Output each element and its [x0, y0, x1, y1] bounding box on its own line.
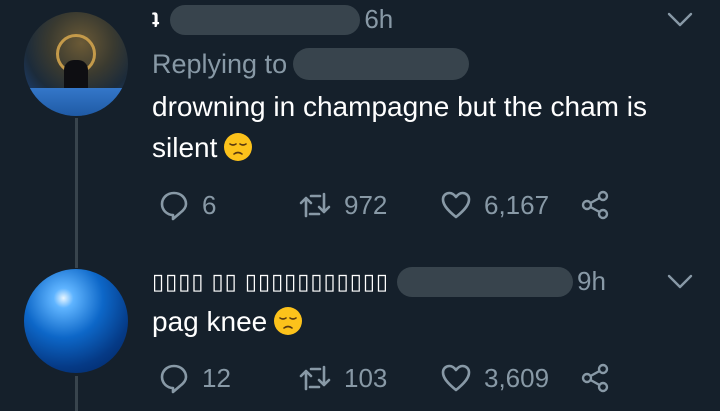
tweet-actions: 6 972 6,167	[158, 189, 610, 221]
retweet-icon	[299, 192, 331, 218]
retweet-icon	[299, 365, 331, 391]
reply-count: 6	[202, 189, 217, 220]
replying-to-label: Replying to	[152, 48, 288, 79]
reply-icon	[160, 364, 188, 394]
tweet-time[interactable]: 9h	[577, 266, 606, 297]
reply-button[interactable]: 12	[158, 362, 298, 394]
reply-count: 12	[202, 362, 231, 393]
replying-to: Replying to	[152, 48, 470, 80]
tweet-text: drowning in champagne but the cham is si…	[152, 86, 712, 168]
chevron-down-icon[interactable]	[667, 274, 693, 290]
share-button[interactable]	[580, 363, 610, 393]
author-name[interactable]: ▯▯▯▯ ▯▯ ▯▯▯▯▯▯▯▯▯▯▯	[152, 269, 389, 295]
chevron-down-icon[interactable]	[667, 12, 693, 28]
pensive-face-emoji-icon	[274, 307, 303, 335]
tweet-text: pag knee	[152, 301, 692, 342]
tweet-actions: 12 103 3,609	[158, 362, 610, 394]
like-count: 6,167	[484, 189, 550, 220]
reply-button[interactable]: 6	[158, 189, 298, 221]
redacted-handle	[170, 4, 361, 35]
tweet-header: ʇ 6h	[152, 4, 393, 35]
like-button[interactable]: 6,167	[440, 190, 580, 221]
avatar-floor-shape	[24, 88, 128, 116]
tweet-time[interactable]: 6h	[364, 4, 393, 35]
thread-line	[75, 376, 78, 411]
tweet-text-content: pag knee	[152, 306, 268, 337]
like-icon	[441, 191, 471, 219]
redacted-handle	[397, 266, 574, 297]
tweet-header: ▯▯▯▯ ▯▯ ▯▯▯▯▯▯▯▯▯▯▯ 9h	[152, 266, 606, 297]
retweet-count: 972	[344, 189, 388, 220]
author-name[interactable]: ʇ	[152, 7, 160, 33]
retweet-button[interactable]: 972	[298, 190, 440, 221]
avatar[interactable]	[24, 269, 128, 373]
avatar[interactable]	[24, 12, 128, 116]
share-icon	[581, 363, 609, 393]
reply-icon	[160, 191, 188, 221]
like-button[interactable]: 3,609	[440, 363, 580, 394]
pensive-face-emoji-icon	[224, 133, 253, 161]
like-icon	[441, 364, 471, 392]
like-count: 3,609	[484, 362, 550, 393]
share-button[interactable]	[580, 190, 610, 220]
thread-line	[75, 118, 78, 268]
share-icon	[581, 190, 609, 220]
redacted-mention	[293, 48, 470, 80]
retweet-count: 103	[344, 362, 388, 393]
retweet-button[interactable]: 103	[298, 363, 440, 394]
